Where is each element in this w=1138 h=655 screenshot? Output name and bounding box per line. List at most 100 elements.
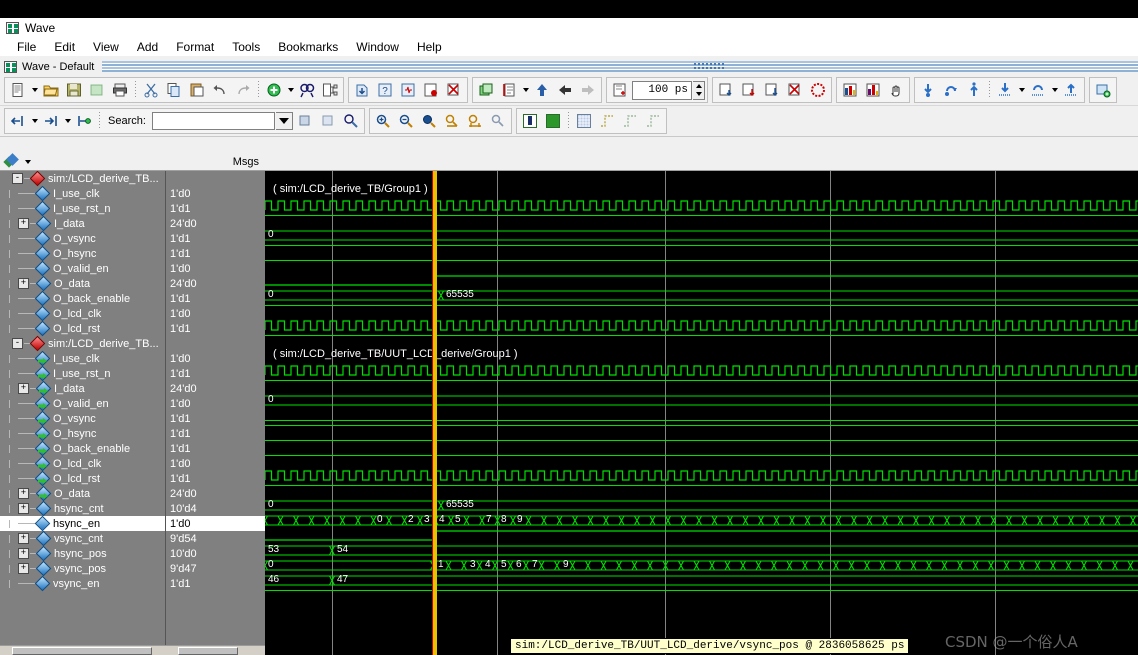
tree-expander[interactable]: - (12, 338, 23, 349)
signal-row[interactable]: O_vsync (0, 411, 165, 426)
restart-icon[interactable] (609, 79, 631, 101)
chevron-down-icon[interactable] (30, 79, 39, 101)
signal-value[interactable]: 1'd1 (166, 576, 265, 591)
spinner-up[interactable] (693, 82, 704, 91)
run-length-spinner[interactable] (693, 80, 705, 100)
menu-file[interactable]: File (8, 39, 45, 55)
tree-expander[interactable]: + (18, 563, 29, 574)
signal-value[interactable]: 10'd0 (166, 546, 265, 561)
new-document-icon[interactable] (7, 79, 29, 101)
scroll-right-arrow[interactable] (155, 646, 166, 655)
signal-row[interactable]: I_use_rst_n (0, 366, 165, 381)
signal-value[interactable]: 9'd47 (166, 561, 265, 576)
copy-icon[interactable] (163, 79, 185, 101)
signal-row[interactable]: - sim:/LCD_derive_TB... (0, 171, 165, 186)
signal-value[interactable]: 1'd1 (166, 441, 265, 456)
signal-row[interactable]: O_valid_en (0, 396, 165, 411)
open-folder-icon[interactable] (40, 79, 62, 101)
signal-row[interactable]: O_vsync (0, 231, 165, 246)
tree-expander[interactable]: + (18, 548, 29, 559)
up-arrow-icon[interactable] (531, 79, 553, 101)
zoom-range-icon[interactable] (464, 110, 486, 132)
signal-row[interactable]: + I_data (0, 381, 165, 396)
signal-row[interactable]: + hsync_cnt (0, 501, 165, 516)
waveform-canvas[interactable]: 0 0 65535 0 0 65535 0 2 3 4 5 7 8 9 53 54 0 1 3 4 5 6 7 9 46 47( … (265, 171, 1138, 655)
menu-view[interactable]: View (84, 39, 128, 55)
run-all-icon[interactable] (761, 79, 783, 101)
signal-row[interactable]: O_lcd_rst (0, 471, 165, 486)
new-wave-window-icon[interactable] (1092, 79, 1114, 101)
chevron-down-icon[interactable] (521, 79, 530, 101)
simulate-icon[interactable] (397, 79, 419, 101)
step-out-instr-icon[interactable] (1060, 79, 1082, 101)
signal-row[interactable]: + vsync_cnt (0, 531, 165, 546)
insert-cursor-icon[interactable] (498, 79, 520, 101)
collapse-signal-icon[interactable] (40, 110, 62, 132)
back-arrow-icon[interactable] (554, 79, 576, 101)
scroll-thumb[interactable] (12, 647, 152, 655)
step-into-icon[interactable] (917, 79, 939, 101)
tree-expander[interactable]: + (18, 533, 29, 544)
signal-row[interactable]: O_hsync (0, 246, 165, 261)
search-previous-icon[interactable] (294, 110, 316, 132)
tree-expander[interactable]: + (18, 488, 29, 499)
signal-row[interactable]: O_hsync (0, 426, 165, 441)
signal-row[interactable]: - sim:/LCD_derive_TB... (0, 336, 165, 351)
signal-value[interactable]: 24'd0 (166, 276, 265, 291)
menu-tools[interactable]: Tools (223, 39, 269, 55)
wave-cursor[interactable] (432, 171, 437, 655)
signal-value[interactable]: 9'd54 (166, 531, 265, 546)
signal-row[interactable]: + hsync_pos (0, 546, 165, 561)
signal-row[interactable]: O_back_enable (0, 441, 165, 456)
signal-value[interactable]: 1'd0 (166, 261, 265, 276)
signal-value[interactable]: 1'd0 (166, 306, 265, 321)
menu-edit[interactable]: Edit (45, 39, 84, 55)
tree-expander[interactable]: + (18, 218, 29, 229)
signal-value[interactable]: 1'd0 (166, 396, 265, 411)
signal-value[interactable] (166, 171, 265, 186)
performance-profile-icon[interactable] (839, 79, 861, 101)
menu-bookmarks[interactable]: Bookmarks (269, 39, 347, 55)
signal-row[interactable]: O_lcd_clk (0, 456, 165, 471)
signal-row[interactable]: + I_data (0, 216, 165, 231)
signal-row[interactable]: I_use_clk (0, 186, 165, 201)
menu-add[interactable]: Add (128, 39, 167, 55)
name-horizontal-scrollbar[interactable] (0, 645, 166, 655)
step-over-instr-icon[interactable] (1027, 79, 1049, 101)
signal-tree[interactable]: - sim:/LCD_derive_TB... I_use_clk I_use_rst… (0, 171, 166, 645)
mdi-resize-handle[interactable] (692, 62, 725, 71)
scroll-left-arrow[interactable] (0, 646, 11, 655)
tree-expander[interactable]: + (18, 503, 29, 514)
redo-icon[interactable] (232, 79, 254, 101)
memory-profile-icon[interactable] (862, 79, 884, 101)
signal-value[interactable]: 24'd0 (166, 216, 265, 231)
search-input[interactable] (151, 112, 275, 130)
zoom-full-icon[interactable] (418, 110, 440, 132)
signal-row[interactable]: O_back_enable (0, 291, 165, 306)
signal-row[interactable]: hsync_en (0, 516, 165, 531)
signal-row[interactable]: + O_data (0, 486, 165, 501)
zoom-in-icon[interactable] (372, 110, 394, 132)
stop-icon[interactable] (807, 79, 829, 101)
reload-icon[interactable] (86, 79, 108, 101)
tree-expander[interactable]: - (12, 173, 23, 184)
grid-icon[interactable] (573, 110, 595, 132)
signal-value[interactable]: 1'd1 (166, 426, 265, 441)
signal-row[interactable]: O_lcd_clk (0, 306, 165, 321)
compile-icon[interactable] (351, 79, 373, 101)
signal-row[interactable]: + vsync_pos (0, 561, 165, 576)
wave-analog-icon[interactable] (519, 110, 541, 132)
zoom-mouse-icon[interactable] (487, 110, 509, 132)
toggle-leaf-icon[interactable] (73, 110, 95, 132)
signal-value[interactable]: 1'd1 (166, 246, 265, 261)
signal-value[interactable]: 1'd1 (166, 231, 265, 246)
properties-icon[interactable] (319, 79, 341, 101)
signal-value[interactable]: 1'd0 (166, 186, 265, 201)
chevron-down-icon[interactable] (30, 110, 39, 132)
wave-digital-icon[interactable] (542, 110, 564, 132)
signal-row[interactable]: vsync_en (0, 576, 165, 591)
mdi-child-titlebar[interactable]: Wave - Default (0, 58, 1138, 75)
search-next-icon[interactable] (317, 110, 339, 132)
print-icon[interactable] (109, 79, 131, 101)
mdi-drag-grip[interactable] (102, 60, 1138, 73)
